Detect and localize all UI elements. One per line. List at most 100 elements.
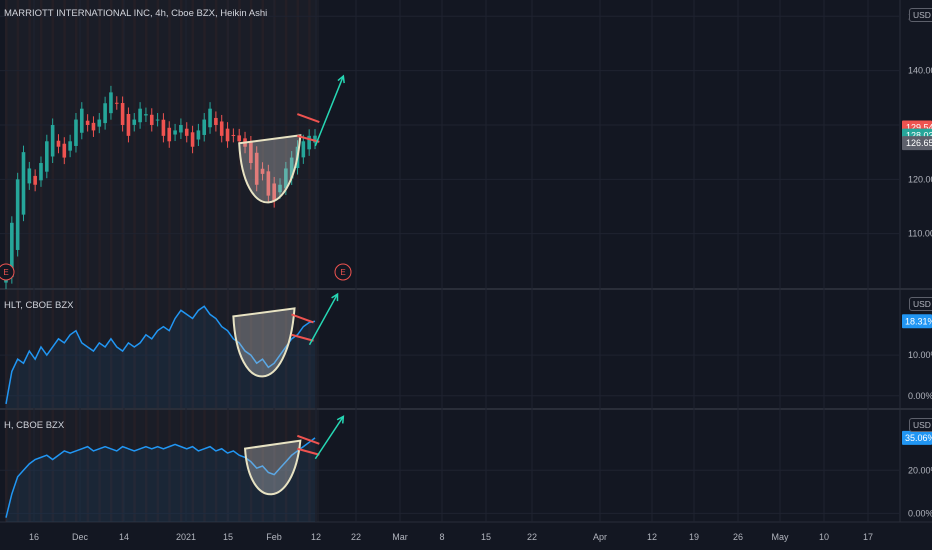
- x-tick-label: Feb: [266, 532, 282, 542]
- candle-body: [50, 124, 55, 157]
- candle-body: [138, 108, 142, 123]
- earnings-marker: E: [0, 263, 15, 281]
- x-tick-label: 8: [439, 532, 444, 542]
- candle-body: [21, 152, 26, 215]
- session-stripe: [86, 0, 90, 522]
- candle-body: [155, 119, 160, 121]
- session-stripe: [16, 0, 20, 522]
- session-stripe: [156, 0, 160, 522]
- candle-body: [79, 108, 84, 133]
- candle-body: [91, 122, 96, 131]
- x-tick-label: May: [771, 532, 789, 542]
- h-pane-title: H, CBOE BZX: [4, 420, 65, 431]
- candle-body: [85, 120, 90, 125]
- candle-body: [202, 119, 207, 135]
- candle-body: [219, 121, 224, 136]
- earnings-marker-label: E: [340, 268, 345, 277]
- main-currency-button[interactable]: USD: [909, 8, 932, 22]
- candle-body: [114, 102, 119, 104]
- candle-body: [190, 132, 195, 147]
- h-currency-button[interactable]: USD: [909, 418, 932, 432]
- x-tick-label: 12: [311, 532, 321, 542]
- candle-body: [27, 168, 32, 184]
- candle-body: [208, 108, 212, 128]
- session-stripe: [191, 0, 195, 522]
- x-tick-label: Dec: [72, 532, 89, 542]
- y-tick-label: 10.00%: [908, 350, 932, 360]
- session-stripe: [249, 0, 253, 522]
- candle-body: [62, 143, 67, 158]
- session-stripe: [39, 0, 43, 522]
- candle-body: [68, 141, 72, 151]
- candle-body: [225, 128, 230, 142]
- x-tick-label: 15: [481, 532, 491, 542]
- y-tick-label: 0.00%: [908, 508, 932, 518]
- hlt-currency-button[interactable]: USD: [909, 297, 932, 311]
- x-tick-label: 22: [351, 532, 361, 542]
- candle-body: [161, 119, 166, 136]
- candle-body: [144, 114, 148, 116]
- chart-canvas[interactable]: 16 Dec 14 2021 15 Feb 12 22 Mar 8 15 22 Apr 12 19 26 May…: [0, 0, 932, 550]
- main-pane-title: MARRIOTT INTERNATIONAL INC, 4h, Cboe BZX…: [4, 8, 268, 19]
- session-stripe: [133, 0, 136, 522]
- candle-body: [97, 119, 102, 127]
- y-tick-label: 140.00: [908, 66, 932, 76]
- x-tick-label: 12: [647, 532, 657, 542]
- session-stripe: [28, 0, 31, 522]
- session-stripe: [179, 0, 183, 522]
- session-stripe: [261, 0, 265, 522]
- candle-body: [237, 135, 242, 142]
- y-tick-label: 20.00%: [908, 465, 932, 475]
- session-stripe: [214, 0, 218, 522]
- candle-body: [56, 140, 61, 147]
- hlt-pane-title: HLT, CBOE BZX: [4, 300, 74, 311]
- y-tick-label: 120.00: [908, 174, 932, 184]
- candle: [15, 172, 20, 257]
- x-tick-label: 26: [733, 532, 743, 542]
- x-tick-label: 2021: [176, 532, 196, 542]
- x-tick-label: 17: [863, 532, 873, 542]
- session-stripe: [63, 0, 66, 522]
- candle-body: [109, 92, 113, 114]
- candle-body: [120, 103, 125, 125]
- price-badge-text: 35.06%: [905, 433, 932, 443]
- x-tick-label: 22: [527, 532, 537, 542]
- x-tick-label: 14: [119, 532, 129, 542]
- x-tick-label: 19: [689, 532, 699, 542]
- candle-body: [214, 117, 218, 125]
- x-tick-label: 15: [223, 532, 233, 542]
- y-tick-label: 110.00: [908, 229, 932, 239]
- candle-body: [39, 163, 43, 181]
- session-stripe: [168, 0, 171, 522]
- session-stripe: [238, 0, 241, 522]
- x-tick-label: 10: [819, 532, 829, 542]
- session-stripe: [51, 0, 55, 522]
- session-stripe: [98, 0, 101, 522]
- candle-body: [74, 119, 78, 146]
- earnings-marker: E: [334, 263, 352, 281]
- session-stripe: [5, 0, 8, 522]
- price-badge-text: 18.31%: [905, 316, 932, 326]
- candle-body: [126, 113, 131, 136]
- session-stripe: [109, 0, 113, 522]
- candle-body: [45, 141, 49, 172]
- candle-body: [196, 130, 201, 140]
- candle-body: [231, 134, 236, 136]
- candle-body: [33, 175, 37, 185]
- price-badge-text: 126.65: [906, 138, 932, 148]
- price-badge: 18.31%: [902, 314, 932, 329]
- candle-body: [179, 124, 183, 133]
- x-tick-label: Apr: [593, 532, 607, 542]
- earnings-marker-label: E: [3, 268, 8, 277]
- session-stripe: [144, 0, 148, 522]
- candle-body: [301, 141, 306, 158]
- candle: [50, 118, 55, 164]
- candle-body: [103, 103, 107, 124]
- candle-body: [149, 114, 154, 125]
- candle-body: [132, 119, 137, 125]
- candle-body: [173, 130, 177, 135]
- x-tick-label: Mar: [392, 532, 408, 542]
- y-tick-label: 0.00%: [908, 391, 932, 401]
- price-badge: 126.65: [902, 136, 932, 151]
- session-stripe: [203, 0, 206, 522]
